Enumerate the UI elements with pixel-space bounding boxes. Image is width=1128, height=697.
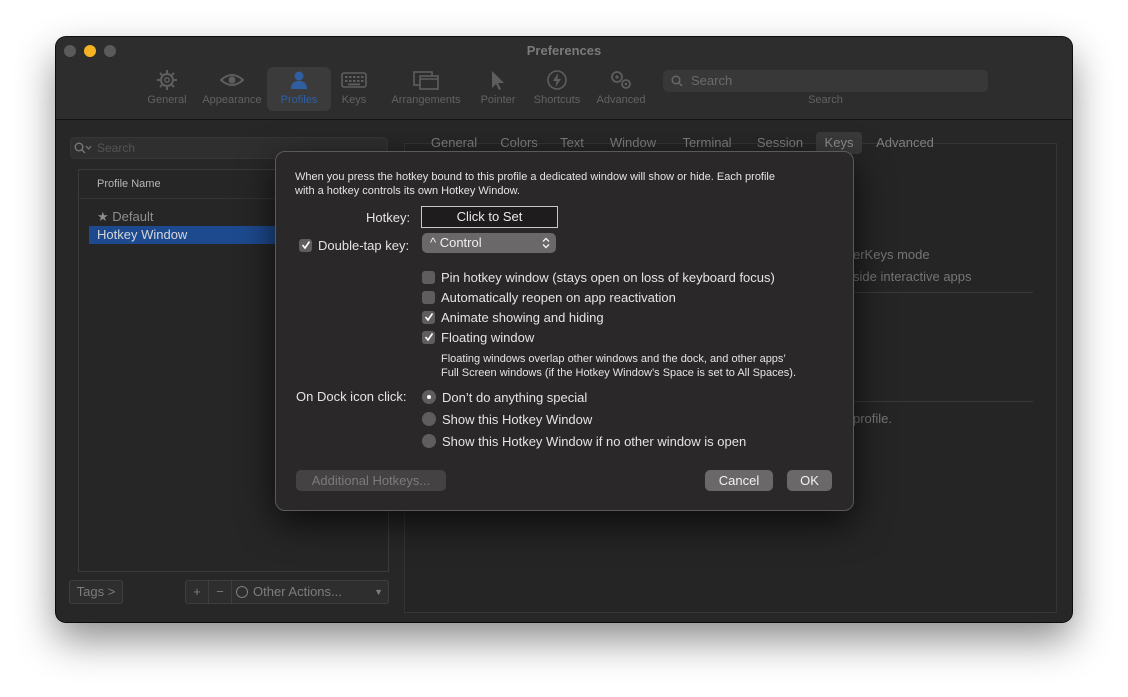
hotkey-label: Hotkey: [366,210,411,225]
toolbar-general-label: General [147,94,187,106]
additional-hotkeys-button[interactable]: Additional Hotkeys... [296,470,446,491]
profile-search-placeholder: Search [97,141,136,155]
gear-icon [157,70,177,90]
auto-reopen-checkbox[interactable] [422,291,435,304]
eye-icon [219,74,245,86]
toolbar-shortcuts[interactable]: Shortcuts [525,67,589,111]
ellipsis-icon [236,586,248,598]
background-option-text: side interactive apps [853,269,972,284]
bolt-icon [547,70,567,90]
divider [853,292,1033,293]
remove-profile-button[interactable]: − [208,580,232,604]
double-tap-checkbox[interactable] [299,239,312,252]
toolbar-advanced[interactable]: Advanced [589,67,653,111]
cancel-button[interactable]: Cancel [705,470,773,491]
toolbar-search-label: Search [808,94,843,106]
pin-hotkey-window-label: Pin hotkey window (stays open on loss of… [441,270,775,285]
other-actions-menu[interactable]: Other Actions... ▼ [231,580,389,604]
tags-button[interactable]: Tags > [69,580,123,604]
other-actions-label: Other Actions... [253,584,342,599]
search-icon [671,75,683,87]
windows-icon [413,71,439,90]
chevron-up-down-icon [542,237,550,249]
toolbar-search-field[interactable]: Search [663,70,988,92]
floating-window-label: Floating window [441,330,535,345]
toolbar-keys-label: Keys [341,94,367,106]
profile-item-default[interactable]: ★ Default [89,208,282,226]
dock-option-show-if-none-radio[interactable] [422,434,436,448]
double-tap-key-value: ^ Control [430,235,482,250]
gears-icon [611,71,631,89]
dialog-description: When you press the hotkey bound to this … [295,171,775,183]
hotkey-recorder-field[interactable]: Click to Set [421,206,558,228]
dock-option-nothing-radio[interactable] [422,390,436,404]
checkmark-icon [424,333,434,342]
keyboard-icon [341,72,367,88]
person-icon [291,71,307,89]
checkmark-icon [301,241,311,250]
double-tap-label: Double-tap key: [318,238,410,253]
toolbar-arrangements[interactable]: Arrangements [386,67,466,111]
toolbar-profiles-label: Profiles [280,94,318,106]
background-option-text: profile. [853,411,893,426]
toolbar: Preferences General Appearance Profiles … [56,37,1072,120]
toolbar-pointer-label: Pointer [480,94,516,106]
floating-window-checkbox[interactable] [422,331,435,344]
toolbar-search-placeholder: Search [691,73,733,88]
search-icon [74,142,92,154]
dialog-description: with a hotkey controls its own Hotkey Wi… [295,185,520,197]
profile-item-hotkey-window[interactable]: Hotkey Window [89,226,282,244]
cursor-icon [492,71,504,90]
toolbar-keys[interactable]: Keys [322,67,386,111]
dock-option-show-radio[interactable] [422,412,436,426]
toolbar-appearance[interactable]: Appearance [200,67,264,111]
toolbar-general[interactable]: General [135,67,199,111]
ok-button[interactable]: OK [787,470,832,491]
floating-window-note: Floating windows overlap other windows a… [441,353,786,365]
divider [853,401,1033,402]
auto-reopen-label: Automatically reopen on app reactivation [441,290,676,305]
dock-option-show-if-none-label: Show this Hotkey Window if no other wind… [442,434,747,449]
tab-advanced[interactable]: Advanced [868,132,942,154]
background-option-text: erKeys mode [853,247,930,262]
checkmark-icon [424,313,434,322]
dock-option-nothing-label: Don’t do anything special [442,390,588,405]
pin-hotkey-window-checkbox[interactable] [422,271,435,284]
animate-label: Animate showing and hiding [441,310,604,325]
double-tap-key-popup[interactable]: ^ Control [422,233,556,253]
window-title: Preferences [526,43,602,58]
animate-checkbox[interactable] [422,311,435,324]
toolbar-appearance-label: Appearance [202,94,262,106]
dock-option-show-label: Show this Hotkey Window [442,412,593,427]
add-profile-button[interactable]: + [185,580,209,604]
toolbar-shortcuts-label: Shortcuts [533,94,581,106]
toolbar-advanced-label: Advanced [596,94,646,106]
toolbar-arrangements-label: Arrangements [391,94,461,106]
chevron-down-icon: ▼ [374,587,383,597]
toolbar-pointer[interactable]: Pointer [466,67,530,111]
floating-window-note: Full Screen windows (if the Hotkey Windo… [441,367,797,379]
hotkey-window-dialog: When you press the hotkey bound to this … [275,151,854,511]
dock-click-label: On Dock icon click: [296,389,407,404]
